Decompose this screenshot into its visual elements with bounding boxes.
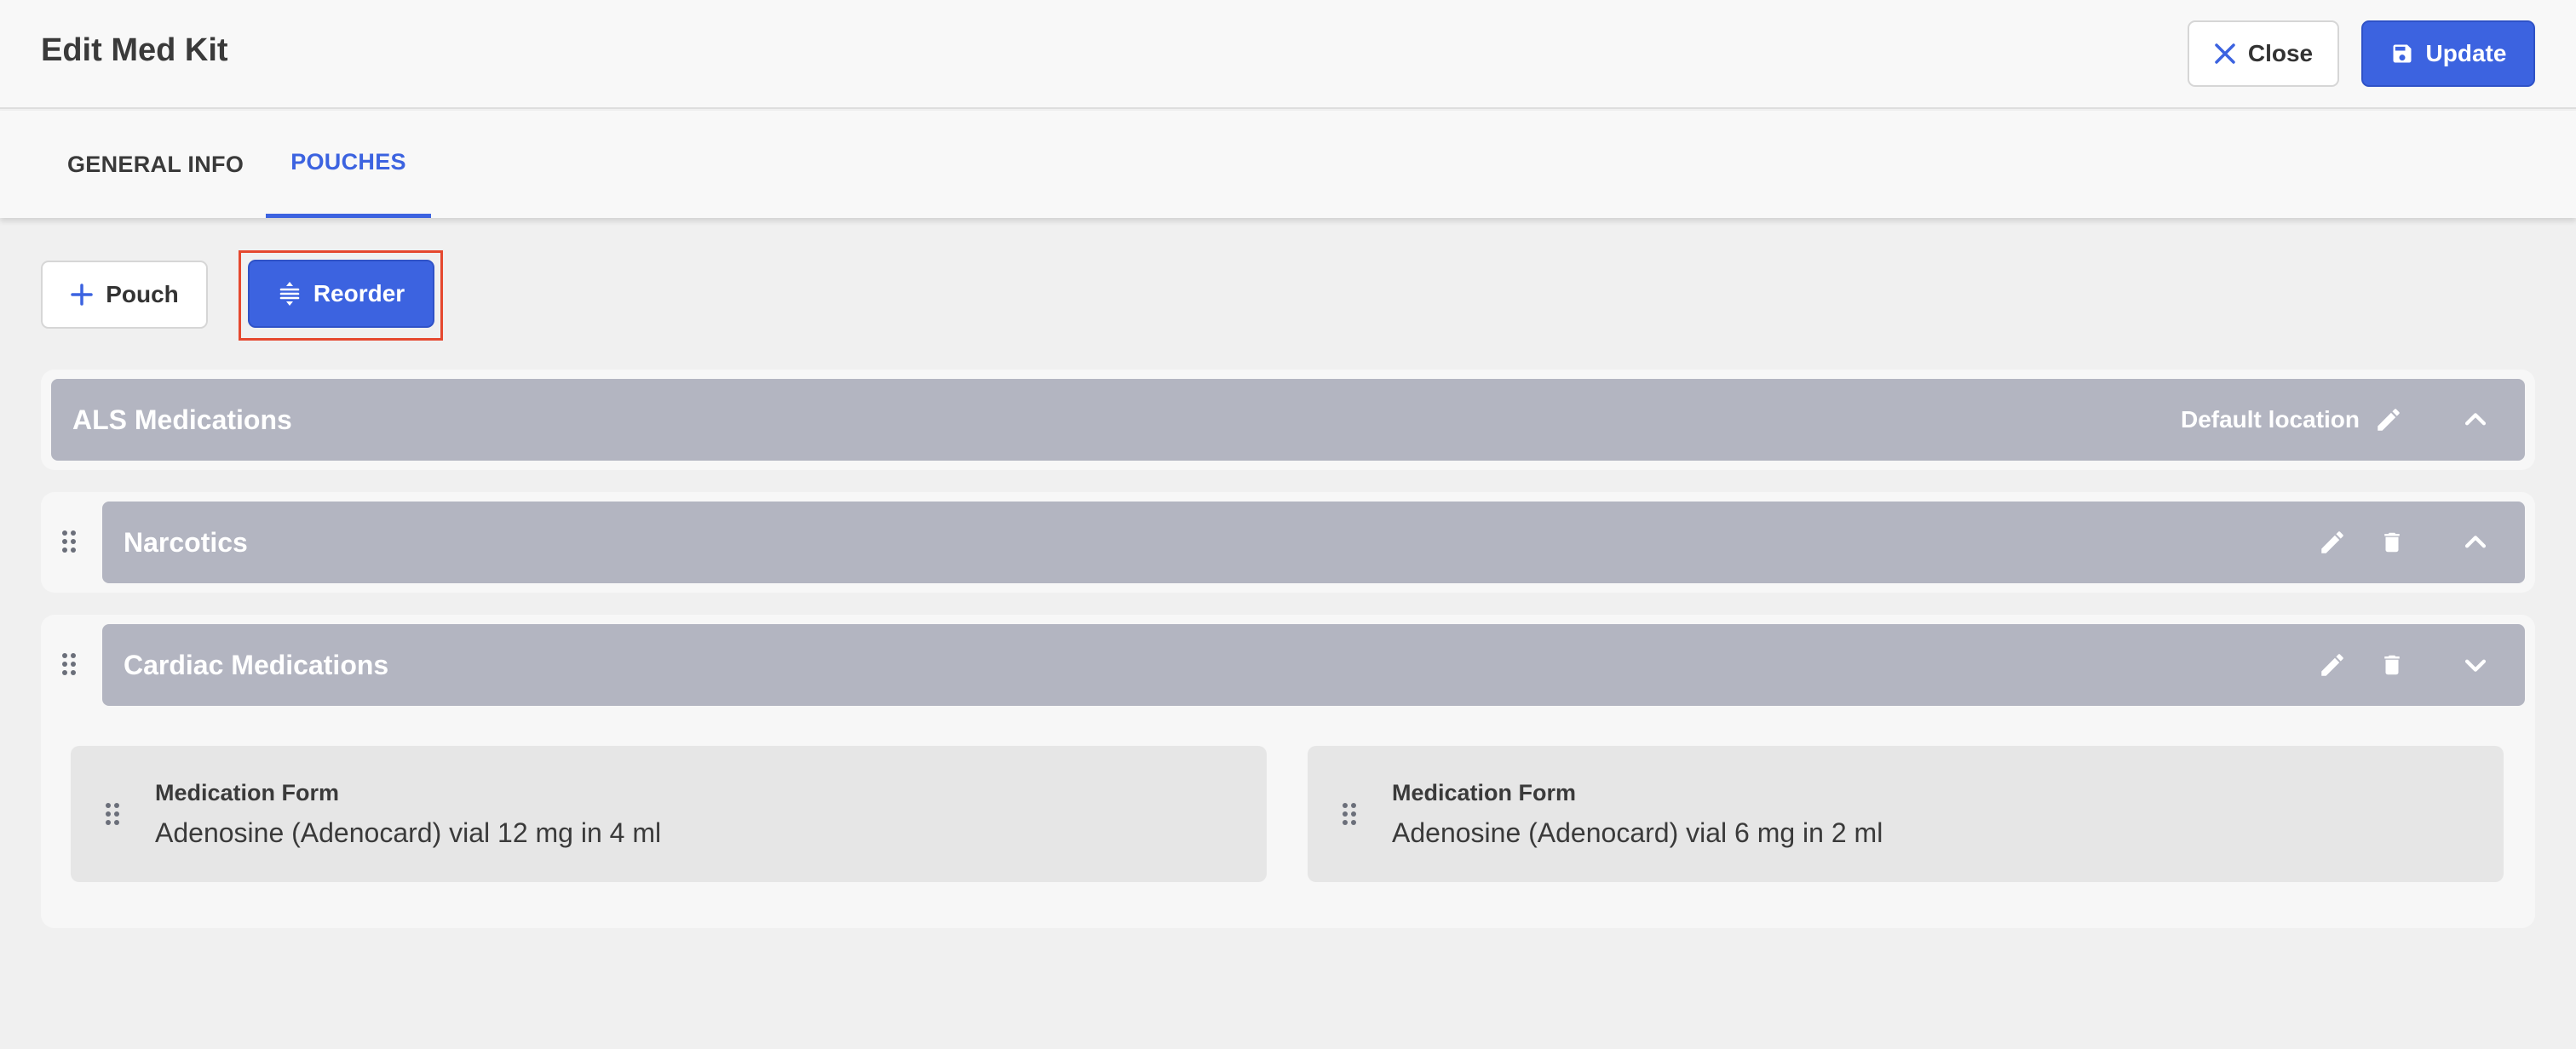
medication-form-value: Adenosine (Adenocard) vial 12 mg in 4 ml	[155, 817, 662, 848]
close-icon	[2215, 43, 2235, 64]
edit-icon[interactable]	[2315, 648, 2349, 682]
edit-icon[interactable]	[2315, 525, 2349, 559]
reorder-icon	[279, 282, 300, 306]
drag-handle-icon[interactable]	[61, 530, 77, 558]
pouch-title: ALS Medications	[72, 404, 292, 435]
drag-handle-icon[interactable]	[61, 652, 77, 680]
list-item[interactable]: Medication Form Adenosine (Adenocard) vi…	[1308, 746, 2504, 882]
pouch-location: Default location	[2180, 406, 2360, 433]
medication-form-value: Adenosine (Adenocard) vial 6 mg in 2 ml	[1392, 817, 1883, 848]
medication-form-label: Medication Form	[1392, 780, 1577, 805]
pouch-header[interactable]: Cardiac Medications	[102, 624, 2525, 706]
trash-icon[interactable]	[2375, 525, 2409, 559]
page-title: Edit Med Kit	[41, 32, 228, 68]
add-pouch-button[interactable]: Pouch	[41, 261, 208, 329]
tab-general-info[interactable]: GENERAL INFO	[41, 111, 264, 218]
chevron-down-icon[interactable]	[2457, 646, 2494, 684]
list-item[interactable]: Medication Form Adenosine (Adenocard) vi…	[71, 746, 1267, 882]
add-pouch-label: Pouch	[106, 281, 179, 307]
pouch-title: Narcotics	[124, 526, 248, 558]
tab-pouches[interactable]: POUCHES	[266, 111, 431, 218]
pouch-card-als: ALS Medications Default location	[41, 370, 2535, 470]
update-button[interactable]: Update	[2361, 20, 2535, 87]
reorder-label: Reorder	[313, 280, 405, 307]
edit-icon[interactable]	[2372, 403, 2406, 437]
page-header: Edit Med Kit Close Update	[0, 0, 2576, 109]
chevron-up-icon[interactable]	[2457, 524, 2494, 561]
pouch-title: Cardiac Medications	[124, 649, 389, 680]
tab-bar: GENERAL INFO POUCHES	[0, 111, 2576, 218]
drag-handle-icon[interactable]	[105, 802, 120, 830]
close-label: Close	[2247, 40, 2314, 66]
plus-icon	[71, 284, 93, 306]
save-icon	[2393, 44, 2412, 63]
medication-form-label: Medication Form	[155, 780, 340, 805]
drag-handle-icon[interactable]	[1342, 802, 1357, 830]
chevron-up-icon[interactable]	[2457, 401, 2494, 439]
reorder-button[interactable]: Reorder	[248, 260, 434, 328]
close-button[interactable]: Close	[2188, 20, 2339, 87]
trash-icon[interactable]	[2375, 648, 2409, 682]
update-label: Update	[2425, 40, 2507, 66]
pouch-header[interactable]: ALS Medications Default location	[51, 379, 2525, 461]
pouch-header[interactable]: Narcotics	[102, 502, 2525, 583]
pouch-card-narcotics: Narcotics	[41, 492, 2535, 593]
